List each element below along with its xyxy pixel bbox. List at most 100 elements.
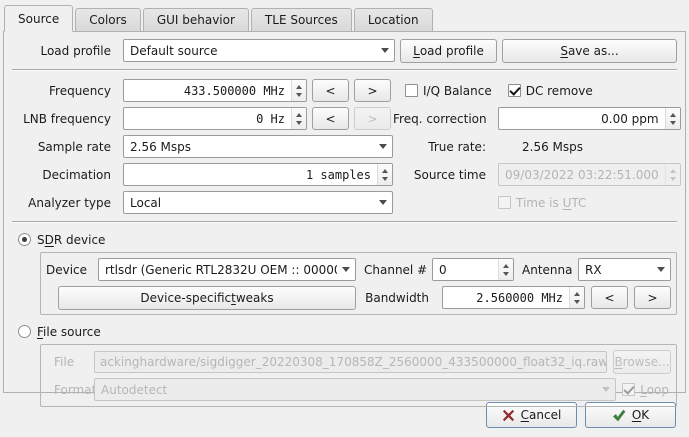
decimation-spinbox[interactable]: 1 samples	[123, 163, 393, 186]
chevron-down-icon	[602, 387, 610, 392]
lnb-frequency-spinbox[interactable]: 0 Hz	[123, 107, 307, 130]
lnb-step-down-button[interactable]: <	[312, 107, 349, 130]
freq-correction-spinbox[interactable]: 0.00 ppm	[498, 107, 681, 130]
file-source-group: File ackinghardware/sigdigger_20220308_1…	[40, 344, 677, 407]
time-utc-row: Time is UTC	[393, 191, 681, 214]
tab-location[interactable]: Location	[354, 8, 433, 31]
bandwidth-label: Bandwidth	[362, 291, 436, 305]
arrow-down-icon	[574, 300, 580, 304]
sample-rate-label: Sample rate	[12, 140, 118, 154]
channel-spinner[interactable]	[498, 259, 513, 280]
radio-selected-icon	[18, 233, 31, 246]
chevron-down-icon	[657, 267, 665, 272]
arrow-down-icon	[670, 121, 676, 125]
bandwidth-row: Device-specific tweaks Bandwidth 2.56000…	[46, 286, 671, 309]
browse-button: Browse...	[613, 350, 671, 374]
arrow-up-icon	[670, 113, 676, 117]
frequency-row: Frequency 433.500000 MHz < >	[12, 79, 393, 102]
arrow-down-icon	[670, 177, 676, 181]
device-tweaks-button[interactable]: Device-specific tweaks	[58, 286, 356, 310]
device-select[interactable]: rtlsdr (Generic RTL2832U OEM :: 00000001…	[98, 258, 356, 281]
arrow-up-icon	[574, 292, 580, 296]
loop-checkbox: Loop	[622, 383, 669, 397]
save-as-button[interactable]: Save as...	[502, 39, 677, 63]
source-time-row: Source time 09/03/2022 03:22:51.000	[393, 163, 681, 186]
profile-select[interactable]: Default source	[123, 39, 395, 62]
chevron-down-icon	[342, 267, 350, 272]
antenna-label: Antenna	[520, 263, 572, 277]
arrow-down-icon	[503, 272, 509, 276]
lnb-step-up-button: >	[354, 107, 391, 130]
separator	[12, 69, 677, 71]
frequency-step-up-button[interactable]: >	[354, 79, 391, 102]
lnb-frequency-label: LNB frequency	[12, 112, 118, 126]
load-profile-label: Load profile	[12, 44, 118, 58]
freq-correction-label: Freq. correction	[393, 112, 493, 126]
format-select: Autodetect	[94, 378, 616, 401]
radio-unselected-icon	[18, 325, 31, 338]
lnb-spinner[interactable]	[291, 108, 306, 129]
chevron-down-icon	[381, 48, 389, 53]
tab-colors[interactable]: Colors	[75, 8, 141, 31]
chevron-down-icon	[379, 144, 387, 149]
balance-row: I/Q Balance DC remove	[393, 79, 681, 102]
checkbox-unchecked-icon	[498, 196, 511, 209]
analyzer-type-label: Analyzer type	[12, 196, 118, 210]
sdr-device-radio[interactable]: SDR device	[18, 231, 677, 248]
source-time-label: Source time	[393, 168, 493, 182]
arrow-up-icon	[670, 169, 676, 173]
time-is-utc-checkbox: Time is UTC	[498, 196, 586, 210]
bandwidth-spinbox[interactable]: 2.560000 MHz	[442, 286, 585, 309]
ok-check-icon	[612, 409, 626, 422]
frequency-spinner[interactable]	[291, 80, 306, 101]
file-row: File ackinghardware/sigdigger_20220308_1…	[46, 350, 671, 373]
file-source-radio[interactable]: File source	[18, 323, 677, 340]
tab-source[interactable]: Source	[4, 5, 73, 32]
bandwidth-step-down-button[interactable]: <	[591, 286, 628, 309]
arrow-down-icon	[296, 93, 302, 97]
tab-tle-sources[interactable]: TLE Sources	[251, 8, 352, 31]
load-profile-button[interactable]: Load profile	[400, 39, 497, 63]
chevron-down-icon	[379, 200, 387, 205]
load-profile-row: Load profile Default source Load profile…	[12, 39, 677, 62]
device-row: Device rtlsdr (Generic RTL2832U OEM :: 0…	[46, 258, 671, 281]
arrow-up-icon	[503, 264, 509, 268]
antenna-select[interactable]: RX	[578, 258, 671, 281]
settings-grid: Frequency 433.500000 MHz < > LNB frequen…	[12, 79, 677, 214]
freq-correction-spinner[interactable]	[665, 108, 680, 129]
format-row: Format Autodetect Loop	[46, 378, 671, 401]
source-time-spinner	[665, 164, 680, 185]
decimation-spinner[interactable]	[377, 164, 392, 185]
tab-bar: Source Colors GUI behavior TLE Sources L…	[0, 0, 689, 31]
arrow-up-icon	[296, 113, 302, 117]
true-rate-row: True rate: 2.56 Msps	[393, 135, 681, 158]
frequency-step-down-button[interactable]: <	[312, 79, 349, 102]
frequency-label: Frequency	[12, 84, 118, 98]
lnb-frequency-row: LNB frequency 0 Hz < >	[12, 107, 393, 130]
iq-balance-checkbox[interactable]: I/Q Balance	[405, 84, 492, 98]
sample-rate-row: Sample rate 2.56 Msps	[12, 135, 393, 158]
bandwidth-step-up-button[interactable]: >	[634, 286, 671, 309]
checkbox-unchecked-icon	[405, 84, 418, 97]
frequency-spinbox[interactable]: 433.500000 MHz	[123, 79, 307, 102]
arrow-up-icon	[382, 169, 388, 173]
format-label: Format	[46, 383, 88, 397]
sample-rate-select[interactable]: 2.56 Msps	[123, 135, 393, 158]
dc-remove-checkbox[interactable]: DC remove	[508, 84, 593, 98]
source-config-dialog: Source Colors GUI behavior TLE Sources L…	[0, 0, 689, 428]
checkbox-checked-icon	[508, 84, 521, 97]
tab-gui-behavior[interactable]: GUI behavior	[143, 8, 249, 31]
bandwidth-spinner[interactable]	[569, 287, 584, 308]
cancel-x-icon	[502, 409, 515, 422]
separator	[12, 221, 677, 223]
channel-spinbox[interactable]: 0	[432, 258, 514, 281]
analyzer-type-row: Analyzer type Local	[12, 191, 393, 214]
source-time-spinbox: 09/03/2022 03:22:51.000	[498, 163, 681, 186]
decimation-label: Decimation	[12, 168, 118, 182]
decimation-row: Decimation 1 samples	[12, 163, 393, 186]
true-rate-value: 2.56 Msps	[522, 140, 583, 154]
analyzer-type-select[interactable]: Local	[123, 191, 393, 214]
channel-label: Channel #	[362, 263, 426, 277]
arrow-down-icon	[296, 121, 302, 125]
checkbox-checked-icon	[622, 383, 635, 396]
